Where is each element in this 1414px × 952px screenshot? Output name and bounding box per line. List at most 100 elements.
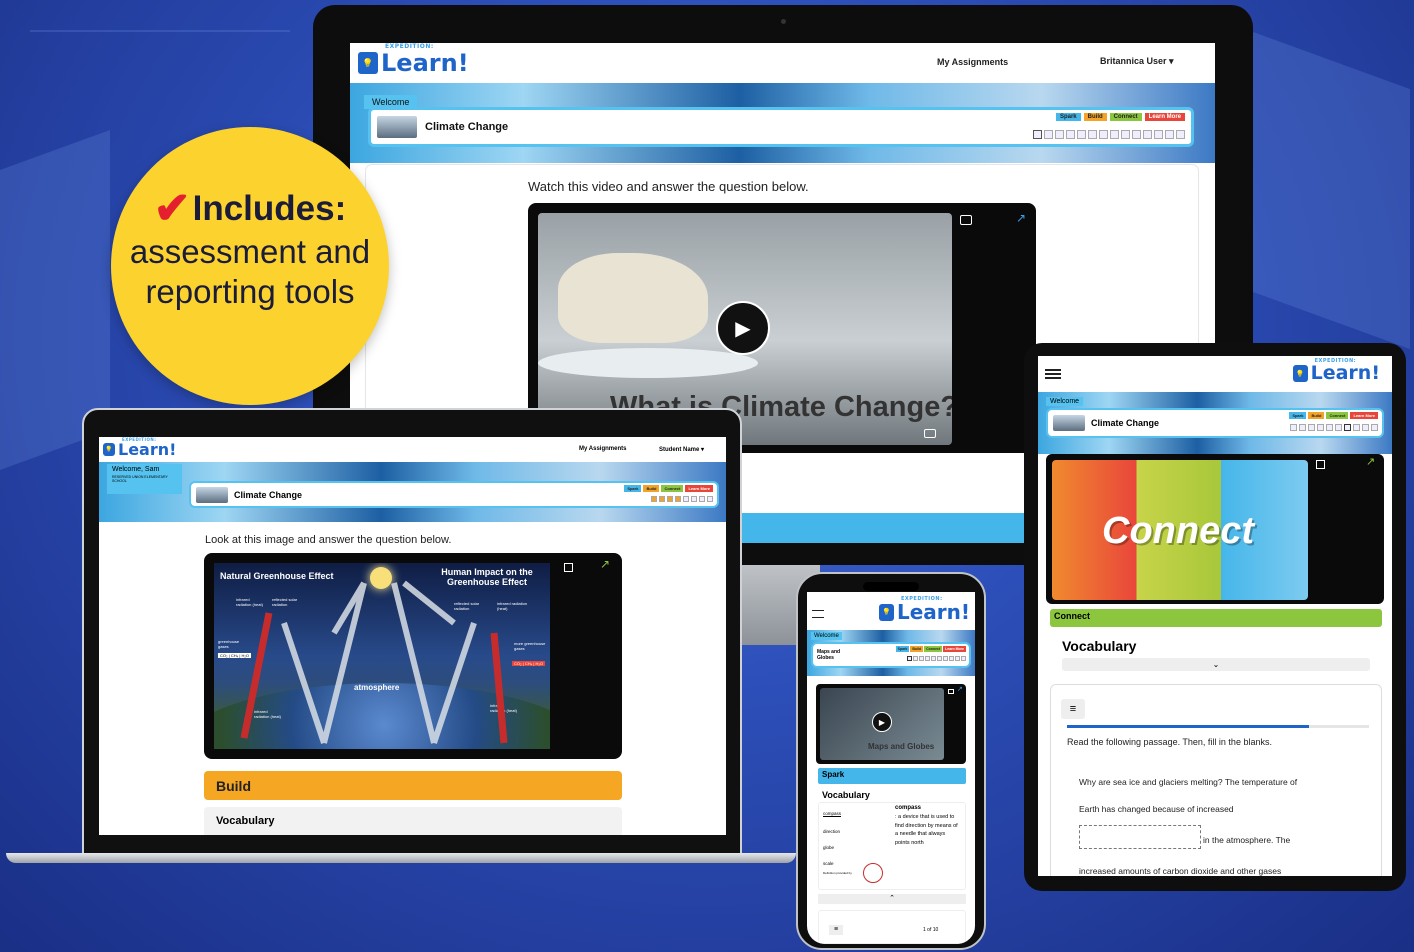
laptop-base — [6, 853, 796, 863]
expedition-learn-logo[interactable]: 💡 EXPEDITION: Learn! — [1292, 359, 1380, 383]
instruction-text: Look at this image and answer the questi… — [205, 534, 452, 546]
external-link-icon[interactable]: ↗ — [1366, 455, 1375, 468]
user-menu[interactable]: Britannica User ▾ — [1100, 56, 1174, 67]
phone-notch — [863, 582, 919, 591]
tag-spark[interactable]: Spark — [1055, 113, 1081, 121]
polar-bear-image — [558, 253, 708, 343]
connect-hero-text: Connect — [1102, 510, 1254, 552]
activity-card: ≡ Read the following passage. Then, fill… — [1050, 684, 1382, 876]
vocabulary-section[interactable]: Vocabulary — [204, 807, 622, 835]
vocabulary-expand-toggle[interactable]: ⌄ — [1062, 658, 1370, 671]
tag-learn-more[interactable]: Learn More — [943, 646, 966, 652]
tag-connect[interactable]: Connect — [924, 646, 943, 652]
phone-screen: 💡 EXPEDITION: Learn! Welcome Maps and Glo… — [807, 592, 975, 944]
activity-menu-icon[interactable]: ≡ — [1061, 699, 1085, 719]
badge-line-2: reporting tools — [145, 273, 355, 310]
tag-connect[interactable]: Connect — [1326, 412, 1349, 419]
collapse-toggle[interactable]: ⌃ — [818, 894, 966, 904]
play-button[interactable]: ▶ — [716, 301, 770, 355]
welcome-tab: Welcome — [811, 632, 842, 640]
tablet: 💡 EXPEDITION: Learn! Welcome Climate Chan… — [1024, 343, 1406, 891]
feature-badge: ✔ Includes: assessment and reporting too… — [111, 127, 389, 405]
tag-build[interactable]: Build — [1308, 412, 1325, 419]
laptop-content: Look at this image and answer the questi… — [109, 522, 716, 835]
badge-heading: Includes: — [192, 189, 347, 228]
term-scale[interactable]: scale — [823, 861, 834, 866]
video-player[interactable]: Maps and Globes ▶ ↗ — [816, 684, 966, 764]
tag-build[interactable]: Build — [1083, 113, 1107, 121]
term-globe[interactable]: globe — [823, 845, 834, 850]
passage-line-1: Why are sea ice and glaciers melting? Th… — [1079, 777, 1298, 787]
tablet-screen: 💡 EXPEDITION: Learn! Welcome Climate Chan… — [1038, 356, 1392, 876]
tag-spark[interactable]: Spark — [624, 485, 642, 492]
lightbulb-icon: 💡 — [103, 443, 115, 456]
smartphone: 💡 EXPEDITION: Learn! Welcome Maps and Glo… — [796, 572, 986, 950]
cast-icon[interactable] — [924, 429, 936, 438]
expedition-learn-logo[interactable]: 💡 EXPEDITION: Learn! — [358, 44, 469, 75]
user-menu[interactable]: Student Name ▾ — [659, 446, 704, 453]
term-direction[interactable]: direction — [823, 829, 840, 834]
video-title: Maps and Globes — [868, 742, 935, 751]
build-label: Build — [216, 777, 251, 794]
definition-text: : a device that is used to find directio… — [895, 814, 958, 846]
image-expand-icon[interactable] — [1316, 460, 1325, 469]
fill-in-blank-input[interactable] — [1079, 825, 1201, 849]
tag-learn-more[interactable]: Learn More — [1350, 412, 1378, 419]
page-indicator: 1 of 10 — [923, 927, 939, 933]
connect-section-bar[interactable]: Connect — [1050, 609, 1382, 627]
activity-progress-fill — [1067, 725, 1309, 728]
connect-label: Connect — [1054, 611, 1090, 621]
lesson-titlebar: Maps and Globes Spark Build Connect Lear… — [811, 642, 971, 668]
image-expand-icon[interactable] — [564, 563, 573, 572]
activity-menu-icon[interactable]: ≡ — [829, 925, 843, 935]
definition-credit: Definition provided by — [823, 871, 852, 875]
tag-connect[interactable]: Connect — [1109, 113, 1142, 121]
my-assignments-link[interactable]: My Assignments — [579, 446, 626, 452]
laptop-navbar: 💡 EXPEDITION: Learn! My Assignments Stude… — [99, 437, 726, 462]
phone-activity-card: ≡ 1 of 10 — [818, 910, 966, 944]
spark-section-bar[interactable]: Spark — [818, 768, 966, 784]
definition-term: compass — [895, 805, 922, 811]
build-section-bar[interactable]: Build — [204, 771, 622, 800]
connect-hero-panel: Connect ↗ — [1046, 454, 1384, 604]
passage-line-4: increased amounts of carbon dioxide and … — [1079, 866, 1282, 876]
lightbulb-icon: 💡 — [358, 52, 378, 74]
external-link-icon[interactable]: ↗ — [1016, 211, 1026, 225]
spark-label: Spark — [822, 770, 845, 779]
lesson-title: Maps and Globes — [817, 649, 841, 661]
tag-build[interactable]: Build — [643, 485, 660, 492]
external-link-icon[interactable]: ↗ — [957, 685, 963, 693]
diagram-panel: Natural Greenhouse Effect Human Impact o… — [204, 553, 622, 759]
section-tags: Spark Build Connect Learn More — [1055, 113, 1185, 121]
tag-spark[interactable]: Spark — [1289, 412, 1307, 419]
progress-dots — [651, 496, 713, 502]
ice-floe — [538, 348, 758, 378]
transcript-icon[interactable] — [960, 215, 972, 225]
expedition-learn-logo[interactable]: 💡 EXPEDITION: Learn! — [103, 437, 176, 458]
play-button[interactable]: ▶ — [872, 712, 892, 732]
lesson-thumbnail — [377, 116, 417, 138]
lesson-titlebar: Climate Change Spark Build Connect Learn… — [189, 481, 719, 508]
tag-build[interactable]: Build — [910, 646, 924, 652]
checkmark-icon: ✔ — [153, 184, 191, 233]
lesson-titlebar: Climate Change Spark Build Connect Learn… — [368, 107, 1194, 147]
progress-dots — [1290, 424, 1378, 431]
vocabulary-heading: Vocabulary — [822, 790, 870, 800]
tag-learn-more[interactable]: Learn More — [685, 485, 713, 492]
expedition-learn-logo[interactable]: 💡 EXPEDITION: Learn! — [879, 597, 970, 622]
tag-spark[interactable]: Spark — [895, 646, 910, 652]
external-link-icon[interactable]: ↗ — [600, 557, 610, 571]
term-compass[interactable]: compass — [823, 811, 841, 816]
transcript-icon[interactable] — [948, 689, 954, 694]
laptop-banner: Welcome, Sam RESERVED UNION ELEMENTARY S… — [99, 462, 726, 522]
progress-dots — [907, 656, 966, 661]
hamburger-menu-icon[interactable] — [812, 610, 824, 618]
passage-line-2: Earth has changed because of increased — [1079, 804, 1234, 814]
tag-connect[interactable]: Connect — [661, 485, 684, 492]
lesson-title: Climate Change — [234, 489, 303, 500]
monitor-banner: Welcome Climate Change Spark Build Conne… — [350, 83, 1215, 163]
tag-learn-more[interactable]: Learn More — [1144, 113, 1185, 121]
lesson-titlebar: Climate Change Spark Build Connect Learn… — [1046, 408, 1384, 438]
activity-progress — [1067, 725, 1369, 728]
my-assignments-link[interactable]: My Assignments — [937, 57, 1008, 67]
